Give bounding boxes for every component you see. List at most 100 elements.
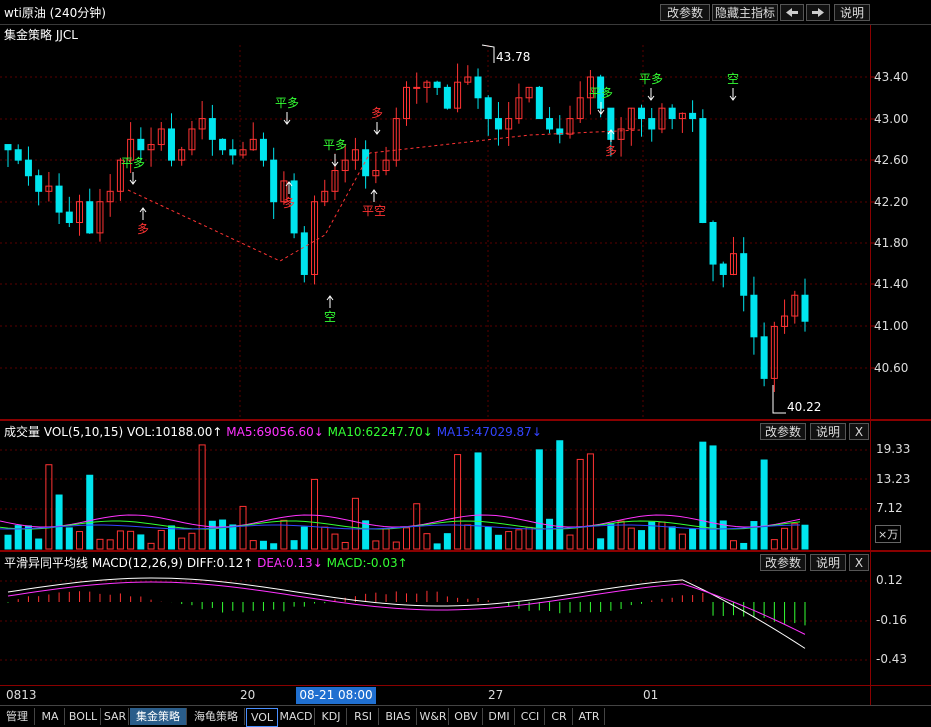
volume-bar: [239, 505, 247, 550]
volume-bar: [167, 525, 175, 550]
volume-bar: [4, 534, 12, 550]
tab-kdj[interactable]: KDJ: [316, 708, 347, 725]
title-bar: wti原油 (240分钟) 改参数 隐藏主指标 说明: [0, 0, 931, 25]
candle-body: [219, 138, 227, 151]
volume-bar: [729, 540, 737, 550]
tab-boll[interactable]: BOLL: [66, 708, 101, 725]
volume-bar: [546, 518, 554, 550]
volume-bar: [127, 530, 135, 550]
price-tick-label: 42.20: [874, 195, 908, 209]
price-tick-label: 42.60: [874, 153, 908, 167]
volume-chart[interactable]: [0, 421, 931, 551]
volume-bar: [791, 523, 799, 550]
candle-body: [719, 263, 727, 275]
candle-body: [259, 138, 267, 161]
volume-bar: [505, 531, 513, 550]
candle-body: [55, 185, 63, 213]
volume-bar: [750, 521, 758, 550]
tab-macd[interactable]: MACD: [278, 708, 315, 725]
tab-[interactable]: 管理: [0, 708, 35, 725]
tab-rsi[interactable]: RSI: [348, 708, 379, 725]
time-label: 20: [240, 688, 256, 702]
volume-bar: [259, 540, 267, 550]
change-params-button[interactable]: 改参数: [660, 4, 710, 21]
candlestick-chart[interactable]: 43.40 43.00 42.60 42.20 41.80 41.40 41.00 40.60…: [0, 25, 931, 420]
candle-body: [689, 112, 697, 120]
volume-bar: [576, 458, 584, 550]
window-title: wti原油 (240分钟): [4, 6, 106, 20]
volume-tick: 13.23: [876, 472, 911, 486]
signal-label: 多: [371, 106, 383, 120]
volume-bar: [535, 449, 543, 550]
time-label: 27: [488, 688, 504, 702]
volume-bar: [668, 526, 676, 550]
price-tick-label: 41.00: [874, 319, 908, 333]
tab-sar[interactable]: SAR: [102, 708, 129, 725]
volume-bar: [311, 478, 319, 550]
candle-body: [443, 86, 451, 109]
help-button[interactable]: 说明: [834, 4, 870, 21]
volume-bar: [801, 524, 809, 550]
volume-bar: [678, 533, 686, 550]
arrow-right-icon[interactable]: [806, 4, 830, 21]
tab-atr[interactable]: ATR: [574, 708, 605, 725]
volume-bar: [607, 523, 615, 550]
tab-cr[interactable]: CR: [546, 708, 573, 725]
volume-bar: [362, 520, 370, 550]
signal-label: 空: [727, 72, 739, 86]
volume-bar: [137, 534, 145, 550]
tab-cci[interactable]: CCI: [516, 708, 545, 725]
volume-bar: [760, 459, 768, 550]
hide-main-indicator-button[interactable]: 隐藏主指标: [712, 4, 778, 21]
signal-label: 多: [283, 196, 295, 210]
time-label: 01: [643, 688, 659, 702]
volume-bar: [45, 464, 53, 550]
volume-tick: 7.12: [876, 501, 903, 515]
volume-bar: [627, 527, 635, 550]
volume-bar: [35, 538, 43, 550]
macd-chart[interactable]: [0, 552, 931, 685]
price-tick-label: 40.60: [874, 361, 908, 375]
volume-bar: [403, 527, 410, 550]
volume-bar: [464, 524, 472, 550]
volume-unit-badge: ×万: [875, 525, 902, 543]
tab-dmi[interactable]: DMI: [484, 708, 515, 725]
time-label: 0813: [6, 688, 37, 702]
volume-bar: [781, 527, 789, 550]
price-tick-label: 43.00: [874, 112, 908, 126]
tab-obv[interactable]: OBV: [450, 708, 483, 725]
candle-body: [494, 118, 502, 130]
tab-wr[interactable]: W&R: [418, 708, 449, 725]
signal-label: 平多: [323, 138, 347, 152]
candle-body: [699, 118, 707, 223]
volume-bar: [740, 542, 748, 550]
candle-body: [740, 253, 748, 296]
candle-body: [413, 86, 421, 89]
volume-bar: [106, 539, 114, 550]
price-tick-label: 43.40: [874, 70, 908, 84]
volume-bar: [423, 533, 431, 550]
signal-label: 空: [324, 310, 336, 324]
volume-bar: [392, 541, 400, 550]
candle-body: [35, 175, 43, 192]
candle-body: [668, 107, 676, 120]
volume-bar: [474, 452, 482, 550]
tab-bias[interactable]: BIAS: [380, 708, 417, 725]
volume-bar: [55, 494, 63, 550]
candle-body: [208, 118, 216, 140]
tab-ma[interactable]: MA: [36, 708, 65, 725]
volume-bar: [321, 526, 329, 550]
arrow-left-icon[interactable]: [780, 4, 804, 21]
macd-tick: -0.16: [876, 613, 908, 627]
volume-bar: [494, 534, 502, 550]
tab-[interactable]: 海龟策略: [188, 708, 245, 725]
volume-bar: [229, 524, 237, 550]
main-chart-panel: 集金策略 JJCL 43.40 43.00 42.60 42.20 41.80 41.40…: [0, 25, 931, 420]
volume-bar: [770, 539, 778, 550]
tab-vol[interactable]: VOL: [246, 708, 278, 727]
volume-bar: [270, 543, 278, 550]
signal-label: 平空: [362, 204, 386, 218]
tab-[interactable]: 集金策略: [130, 708, 187, 725]
volume-bar: [188, 532, 196, 550]
volume-bar: [372, 540, 380, 550]
